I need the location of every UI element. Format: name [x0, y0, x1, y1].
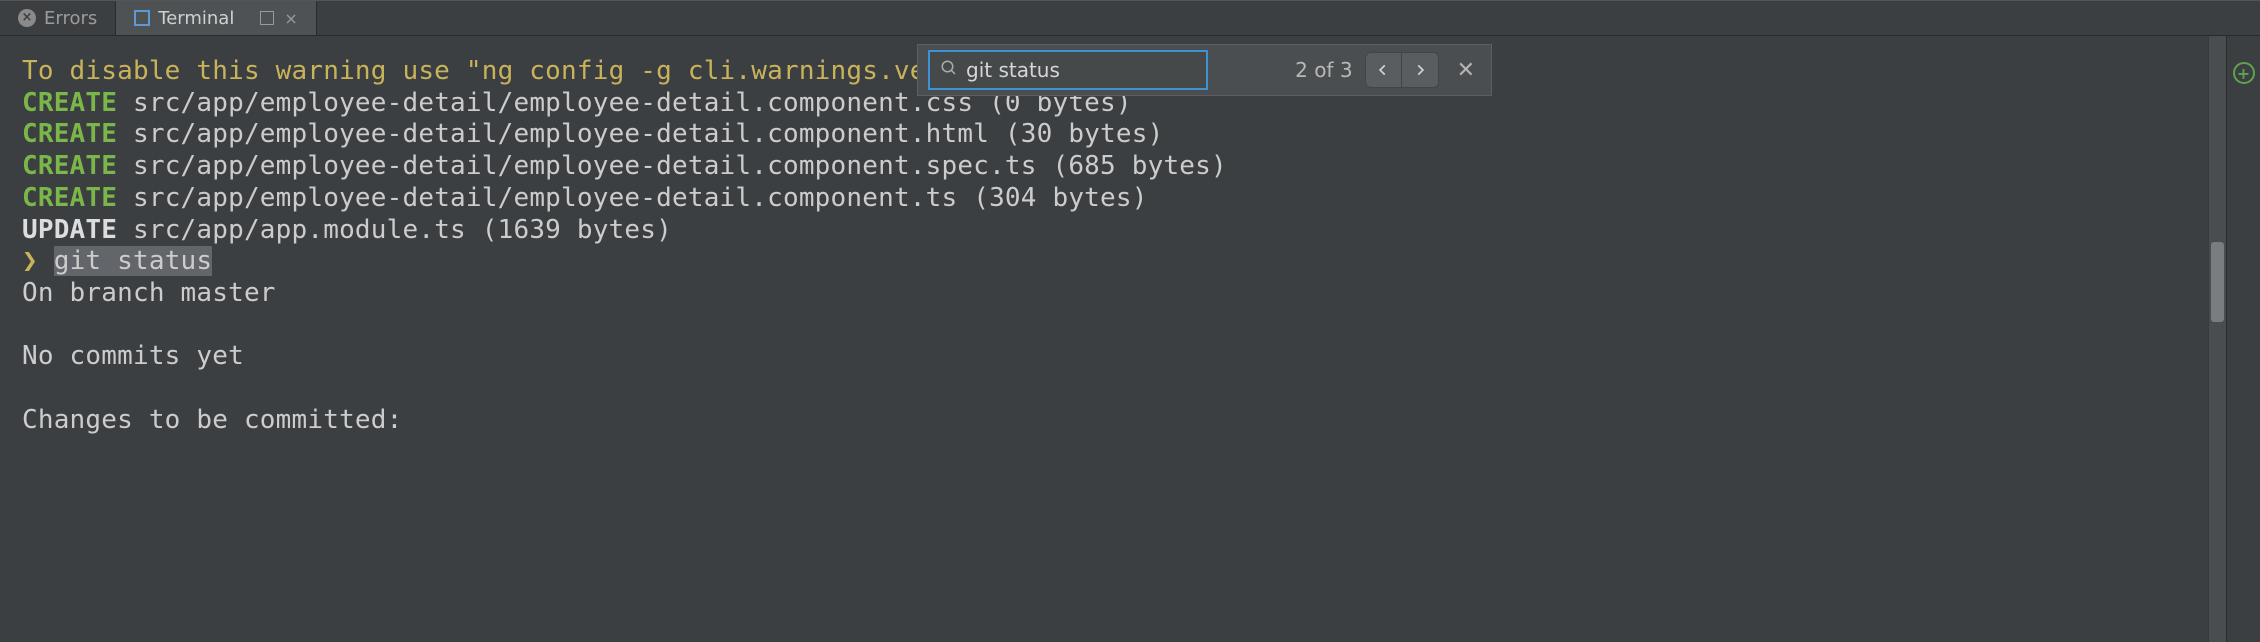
add-icon[interactable]: + — [2233, 62, 2255, 84]
terminal-line: CREATE src/app/employee-detail/employee-… — [22, 183, 2186, 215]
find-prev-button[interactable] — [1366, 53, 1402, 87]
find-input-wrap[interactable] — [928, 50, 1208, 90]
tab-errors[interactable]: × Errors — [0, 1, 116, 35]
tab-terminal[interactable]: Terminal × — [116, 1, 316, 35]
find-next-button[interactable] — [1402, 53, 1438, 87]
tool-window-tabs: × Errors Terminal × — [0, 0, 2260, 36]
terminal-line: Changes to be committed: — [22, 405, 2186, 437]
terminal-line: UPDATE src/app/app.module.ts (1639 bytes… — [22, 215, 2186, 247]
search-icon — [940, 59, 958, 82]
terminal-line: On branch master — [22, 278, 2186, 310]
terminal-output[interactable]: To disable this warning use "ng config -… — [0, 36, 2208, 642]
terminal-line: ❯ git status — [22, 246, 2186, 278]
scrollbar[interactable] — [2208, 36, 2226, 642]
terminal-panel: To disable this warning use "ng config -… — [0, 36, 2226, 642]
scrollbar-thumb[interactable] — [2211, 242, 2224, 322]
terminal-line: CREATE src/app/employee-detail/employee-… — [22, 119, 2186, 151]
close-find-icon[interactable]: ✕ — [1451, 58, 1481, 83]
terminal-line: No commits yet — [22, 341, 2186, 373]
terminal-line: CREATE src/app/employee-detail/employee-… — [22, 151, 2186, 183]
tab-label: Terminal — [158, 8, 234, 29]
terminal-line — [22, 373, 2186, 405]
match-counter: 2 of 3 — [1295, 58, 1352, 82]
find-bar: 2 of 3 ✕ — [917, 44, 1492, 96]
tab-label: Errors — [44, 8, 97, 29]
close-tab-icon[interactable]: × — [284, 9, 297, 28]
terminal-icon — [134, 10, 150, 26]
error-icon: × — [18, 9, 36, 27]
right-gutter: + — [2226, 36, 2260, 642]
search-input[interactable] — [966, 58, 1215, 82]
restore-icon[interactable] — [260, 11, 274, 25]
terminal-line — [22, 310, 2186, 342]
find-nav — [1365, 52, 1439, 88]
